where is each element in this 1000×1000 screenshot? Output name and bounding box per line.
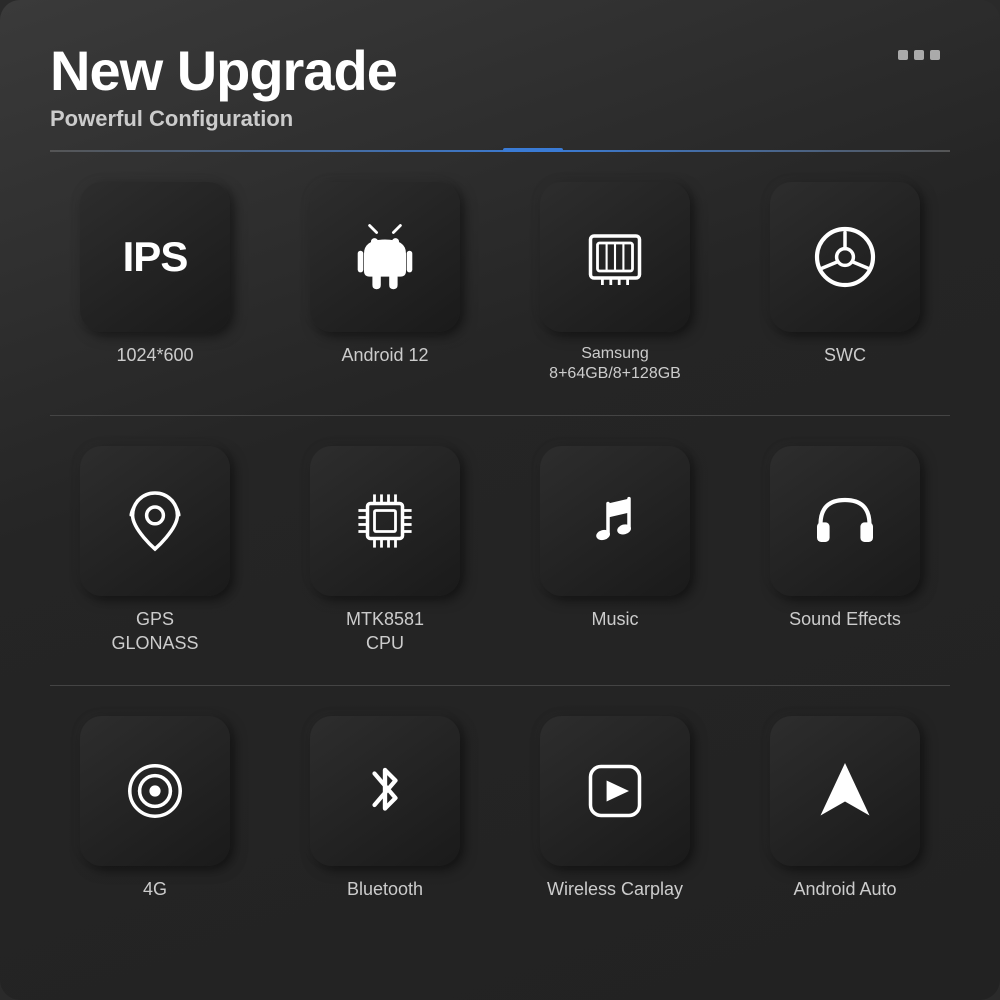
label-sound: Sound Effects xyxy=(789,608,901,631)
carplay-icon xyxy=(580,756,650,826)
memory-icon xyxy=(580,222,650,292)
icon-box-ips: IPS xyxy=(80,182,230,332)
feature-row-3: 4G Bluetooth Wi xyxy=(50,716,950,901)
label-androidauto: Android Auto xyxy=(793,878,896,901)
icon-box-cpu xyxy=(310,446,460,596)
icon-box-4g xyxy=(80,716,230,866)
page-title: New Upgrade xyxy=(50,40,950,102)
label-bluetooth: Bluetooth xyxy=(347,878,423,901)
feature-sound: Sound Effects xyxy=(740,446,950,655)
feature-cpu: MTK8581CPU xyxy=(280,446,490,655)
label-android: Android 12 xyxy=(341,344,428,367)
androidauto-icon xyxy=(810,756,880,826)
label-4g: 4G xyxy=(143,878,167,901)
icon-box-swc xyxy=(770,182,920,332)
label-music: Music xyxy=(591,608,638,631)
feature-carplay: Wireless Carplay xyxy=(510,716,720,901)
feature-row-1: IPS 1024*600 Android 12 xyxy=(50,182,950,386)
feature-ips: IPS 1024*600 xyxy=(50,182,260,386)
feature-music: Music xyxy=(510,446,720,655)
steering-icon xyxy=(810,222,880,292)
icon-box-carplay xyxy=(540,716,690,866)
page-subtitle: Powerful Configuration xyxy=(50,106,950,132)
section-divider-1 xyxy=(50,415,950,416)
label-cpu: MTK8581CPU xyxy=(346,608,424,655)
feature-androidauto: Android Auto xyxy=(740,716,950,901)
main-container: New Upgrade Powerful Configuration IPS 1… xyxy=(0,0,1000,1000)
feature-android: Android 12 xyxy=(280,182,490,386)
ips-text-icon: IPS xyxy=(123,233,188,281)
bluetooth-icon xyxy=(350,756,420,826)
android-icon xyxy=(350,222,420,292)
signal-icon xyxy=(120,756,190,826)
feature-bluetooth: Bluetooth xyxy=(280,716,490,901)
header: New Upgrade Powerful Configuration xyxy=(50,40,950,132)
icon-box-android xyxy=(310,182,460,332)
icon-box-bluetooth xyxy=(310,716,460,866)
label-samsung: Samsung8+64GB/8+128GB xyxy=(549,344,681,386)
label-carplay: Wireless Carplay xyxy=(547,878,683,901)
icon-box-sound xyxy=(770,446,920,596)
menu-dot-3 xyxy=(930,50,940,60)
icon-box-gps xyxy=(80,446,230,596)
cpu-icon xyxy=(350,486,420,556)
feature-4g: 4G xyxy=(50,716,260,901)
header-divider xyxy=(50,150,950,152)
feature-gps: GPSGLONASS xyxy=(50,446,260,655)
feature-swc: SWC xyxy=(740,182,950,386)
label-gps: GPSGLONASS xyxy=(111,608,198,655)
feature-samsung: Samsung8+64GB/8+128GB xyxy=(510,182,720,386)
feature-row-2: GPSGLONASS xyxy=(50,446,950,655)
menu-dots xyxy=(898,50,940,60)
gps-icon xyxy=(120,486,190,556)
headphones-icon xyxy=(810,486,880,556)
music-icon xyxy=(580,486,650,556)
menu-dot-1 xyxy=(898,50,908,60)
label-ips: 1024*600 xyxy=(116,344,193,367)
section-divider-2 xyxy=(50,685,950,686)
icon-box-androidauto xyxy=(770,716,920,866)
menu-dot-2 xyxy=(914,50,924,60)
icon-box-music xyxy=(540,446,690,596)
icon-box-samsung xyxy=(540,182,690,332)
label-swc: SWC xyxy=(824,344,866,367)
